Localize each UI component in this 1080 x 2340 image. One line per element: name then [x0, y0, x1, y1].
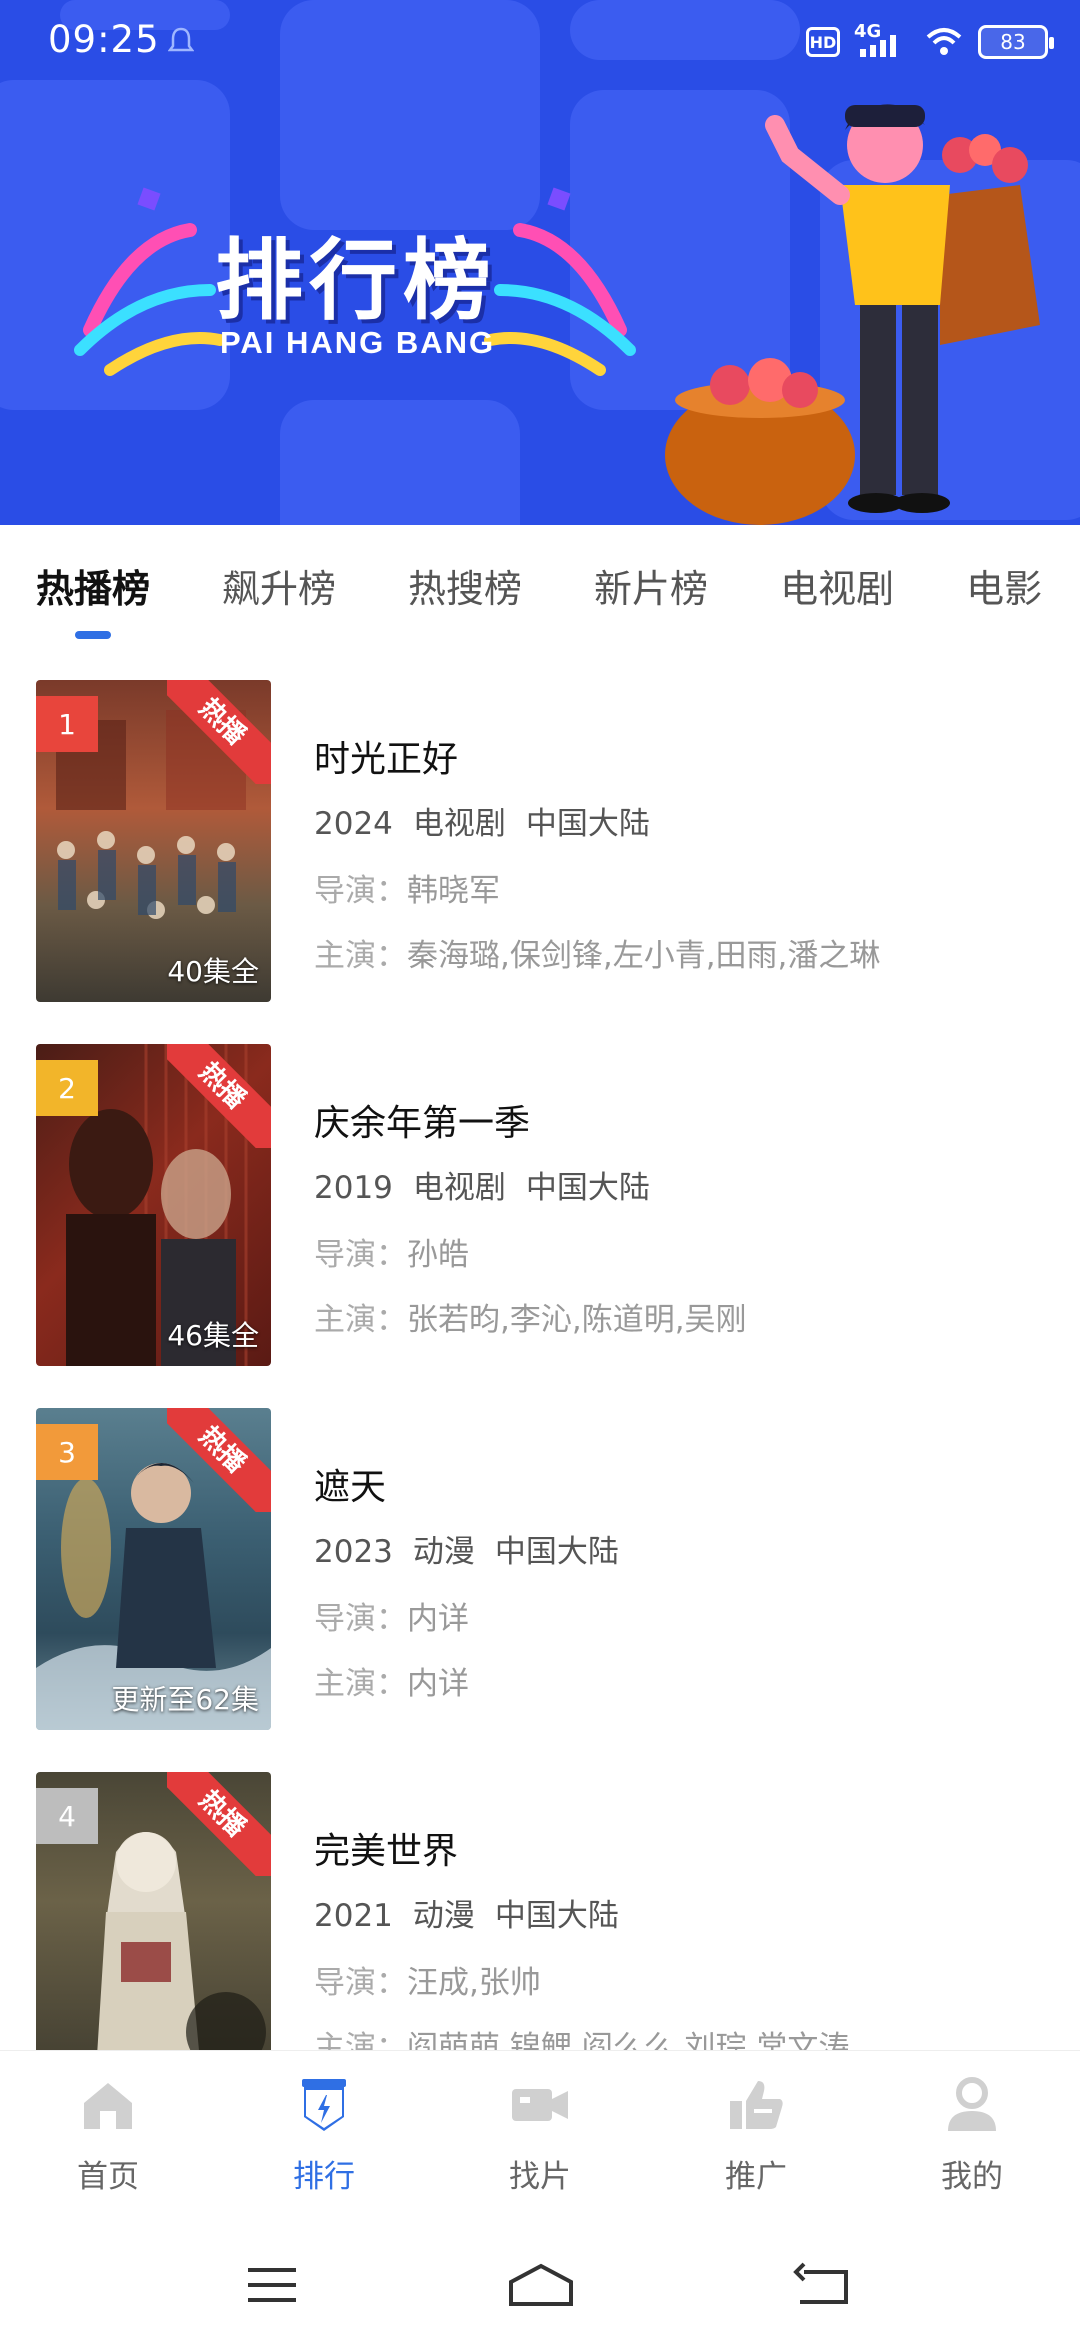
rank-badge: 2 [36, 1060, 98, 1116]
item-title[interactable]: 庆余年第一季 [314, 1094, 1054, 1146]
thumbs-up-icon [720, 2069, 792, 2141]
video-camera-icon [504, 2069, 576, 2141]
list-item[interactable]: 1 热播 40集全 时光正好 2024 电视剧 中国大陆 导演：韩晓军 主演：秦海璐… [36, 680, 1056, 1002]
nav-home[interactable]: 首页 [0, 2051, 216, 2230]
rank-badge: 3 [36, 1424, 98, 1480]
status-bar: 09:25 HD 4G 83 [0, 0, 1080, 84]
rank-badge: 4 [36, 1788, 98, 1844]
nav-ranking[interactable]: 排行 [216, 2051, 432, 2230]
item-region: 中国大陆 [494, 1534, 619, 1570]
item-title[interactable]: 遮天 [314, 1458, 1054, 1510]
item-cast: 主演：张若昀,李沁,陈道明,吴刚 [314, 1302, 747, 1338]
ranking-list: 1 热播 40集全 时光正好 2024 电视剧 中国大陆 导演：韩晓军 主演：秦海璐… [0, 680, 1080, 2050]
item-title[interactable]: 完美世界 [314, 1822, 1054, 1874]
hot-ribbon: 热播 [167, 680, 271, 784]
banner-subtitle: PAI HANG BANG [220, 325, 496, 360]
list-item[interactable]: 3 热播 更新至62集 遮天 2023 动漫 中国大陆 导演：内详 主演：内详 [36, 1408, 1056, 1730]
item-meta: 2021 动漫 中国大陆 [314, 1890, 1054, 1935]
item-region: 中国大陆 [525, 806, 650, 842]
cellular-signal-icon: 4G [854, 21, 910, 59]
ranking-banner: 09:25 HD 4G 83 排行榜 PAI HANG BANG [0, 0, 1080, 525]
item-year: 2019 [314, 1170, 393, 1206]
item-info: 时光正好 2024 电视剧 中国大陆 导演：韩晓军 主演：秦海璐,保剑锋,左小青,田… [314, 730, 1054, 995]
item-region: 中国大陆 [525, 1170, 650, 1206]
hot-ribbon: 热播 [167, 1044, 271, 1148]
hot-ribbon: 热播 [167, 1772, 271, 1876]
item-title[interactable]: 时光正好 [314, 730, 1054, 782]
tab-hot-search[interactable]: 热搜榜 [408, 558, 522, 613]
item-category: 动漫 [412, 1534, 475, 1570]
home-icon [72, 2069, 144, 2141]
item-info: 庆余年第一季 2019 电视剧 中国大陆 导演：孙皓 主演：张若昀,李沁,陈道明,吴… [314, 1094, 1054, 1359]
item-cast: 主演：秦海璐,保剑锋,左小青,田雨,潘之琳 [314, 938, 881, 974]
ranking-tabs: 热播榜 飙升榜 热搜榜 新片榜 电视剧 电影 [0, 525, 1080, 645]
poster-image[interactable]: 3 热播 更新至62集 [36, 1408, 271, 1730]
item-info: 完美世界 2021 动漫 中国大陆 导演：汪成,张帅 主演：阎萌萌,锦鲤,阎么么,刘… [314, 1822, 1054, 2050]
item-cast: 主演：内详 [314, 1666, 469, 1702]
poster-image[interactable]: 2 热播 46集全 [36, 1044, 271, 1366]
tab-new-release[interactable]: 新片榜 [594, 558, 708, 613]
user-icon [936, 2069, 1008, 2141]
item-category: 电视剧 [412, 1170, 506, 1206]
tab-tv-series[interactable]: 电视剧 [780, 558, 894, 613]
notification-bell-icon [168, 27, 194, 52]
item-meta: 2019 电视剧 中国大陆 [314, 1162, 1054, 1207]
item-meta: 2024 电视剧 中国大陆 [314, 798, 1054, 843]
wifi-icon [926, 28, 962, 55]
item-year: 2023 [314, 1534, 393, 1570]
episode-count: 更新至62集 [111, 1683, 259, 1716]
nav-mine-label: 我的 [941, 2159, 1003, 2195]
tab-rising[interactable]: 飙升榜 [222, 558, 336, 613]
episode-count: 40集全 [167, 955, 259, 988]
poster-image[interactable]: 1 热播 40集全 [36, 680, 271, 1002]
list-item[interactable]: 2 热播 46集全 庆余年第一季 2019 电视剧 中国大陆 导演：孙皓 主演：张若… [36, 1044, 1056, 1366]
nav-promote-label: 推广 [725, 2159, 787, 2195]
battery-indicator: 83 [978, 25, 1054, 59]
hd-badge: HD [806, 27, 840, 57]
nav-mine[interactable]: 我的 [864, 2051, 1080, 2230]
banner-character-illustration [665, 104, 1040, 525]
item-meta: 2023 动漫 中国大陆 [314, 1526, 1054, 1571]
item-category: 电视剧 [412, 806, 506, 842]
system-navigation-bar [0, 2230, 1080, 2340]
item-director: 导演：韩晓军 [314, 873, 500, 909]
item-category: 动漫 [412, 1898, 475, 1934]
nav-find-label: 找片 [509, 2159, 571, 2195]
ranking-icon [288, 2069, 360, 2141]
item-cast: 主演：阎萌萌,锦鲤,阎么么,刘琮,常文涛 [314, 2030, 850, 2050]
bottom-navigation: 首页 排行 找片 推广 我的 [0, 2050, 1080, 2230]
list-item[interactable]: 4 热播 完美世界 2021 动漫 中国大陆 导演：汪成,张帅 主演：阎萌萌,锦鲤,… [36, 1772, 1056, 2050]
item-region: 中国大陆 [494, 1898, 619, 1934]
item-info: 遮天 2023 动漫 中国大陆 导演：内详 主演：内详 [314, 1458, 1054, 1723]
home-button-icon[interactable] [505, 2260, 577, 2310]
tab-hot-play[interactable]: 热播榜 [36, 558, 150, 613]
banner-title-block: 排行榜 PAI HANG BANG [70, 180, 640, 380]
nav-ranking-label: 排行 [293, 2159, 355, 2195]
menu-icon[interactable] [240, 2260, 304, 2310]
item-director: 导演：孙皓 [314, 1237, 469, 1273]
hot-ribbon: 热播 [167, 1408, 271, 1512]
back-icon[interactable] [790, 2260, 854, 2310]
item-year: 2024 [314, 806, 393, 842]
nav-find[interactable]: 找片 [432, 2051, 648, 2230]
episode-count: 46集全 [167, 1319, 259, 1352]
status-time: 09:25 [48, 18, 160, 61]
tab-movie[interactable]: 电影 [966, 558, 1042, 613]
rank-badge: 1 [36, 696, 98, 752]
item-director: 导演：汪成,张帅 [314, 1965, 541, 2001]
item-year: 2021 [314, 1898, 393, 1934]
nav-home-label: 首页 [77, 2159, 139, 2195]
nav-promote[interactable]: 推广 [648, 2051, 864, 2230]
banner-title: 排行榜 [215, 229, 498, 332]
poster-image[interactable]: 4 热播 [36, 1772, 271, 2050]
item-director: 导演：内详 [314, 1601, 469, 1637]
